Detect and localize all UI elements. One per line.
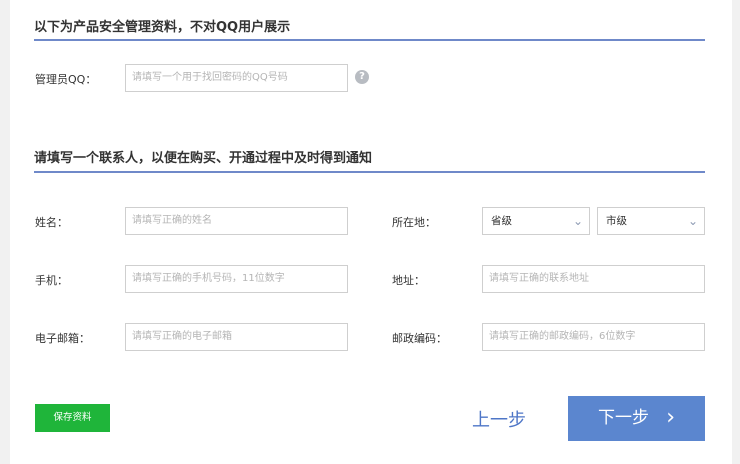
admin-section-title: 以下为产品安全管理资料，不对QQ用户展示	[34, 20, 291, 35]
admin-section-divider	[34, 39, 705, 41]
chevron-down-icon: ⌄	[687, 214, 698, 228]
province-value: 省级	[491, 215, 512, 227]
name-input[interactable]: 请填写正确的姓名	[125, 207, 348, 235]
contact-section-title: 请填写一个联系人，以便在购买、开通过程中及时得到通知	[34, 151, 373, 166]
form-panel: 以下为产品安全管理资料，不对QQ用户展示 管理员QQ： 请填写一个用于找回密码的…	[10, 0, 732, 464]
city-select[interactable]: 市级 ⌄	[597, 207, 705, 235]
postcode-label: 邮政编码：	[392, 332, 447, 345]
postcode-input[interactable]: 请填写正确的邮政编码，6位数字	[482, 323, 705, 351]
province-select[interactable]: 省级 ⌄	[482, 207, 590, 235]
help-icon[interactable]: ?	[355, 70, 369, 84]
next-step-label: 下一步	[598, 408, 649, 428]
location-label: 所在地：	[392, 216, 436, 229]
email-input[interactable]: 请填写正确的电子邮箱	[125, 323, 348, 351]
phone-input[interactable]: 请填写正确的手机号码，11位数字	[125, 265, 348, 293]
phone-label: 手机：	[35, 274, 68, 287]
chevron-down-icon: ⌄	[572, 214, 583, 228]
address-label: 地址：	[392, 274, 425, 287]
prev-step-link[interactable]: 上一步	[472, 406, 526, 432]
address-input[interactable]: 请填写正确的联系地址	[482, 265, 705, 293]
name-label: 姓名：	[35, 216, 68, 229]
save-button[interactable]: 保存资料	[35, 404, 110, 432]
city-value: 市级	[606, 215, 627, 227]
contact-section-divider	[34, 171, 705, 173]
admin-qq-label: 管理员QQ：	[35, 73, 97, 86]
admin-qq-input[interactable]: 请填写一个用于找回密码的QQ号码	[125, 64, 348, 92]
email-label: 电子邮箱：	[35, 332, 90, 345]
chevron-right-icon: ›	[666, 405, 675, 430]
next-step-button[interactable]: 下一步 ›	[568, 396, 705, 441]
